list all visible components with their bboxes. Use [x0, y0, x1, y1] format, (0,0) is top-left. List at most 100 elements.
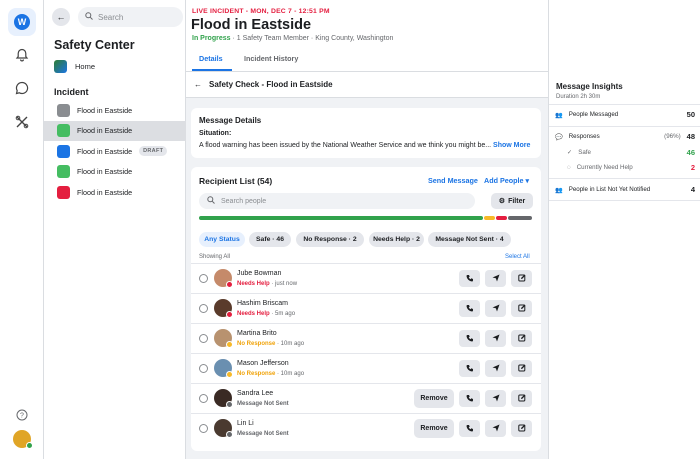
- send-button[interactable]: [485, 360, 506, 377]
- sidebar-item-incident[interactable]: Flood in Eastside: [44, 182, 186, 202]
- status-text: No Response: [237, 371, 276, 377]
- status-dot: [226, 281, 233, 288]
- recipient-status: No Response · 10m ago: [237, 341, 304, 347]
- recipient-list-card: Recipient List (54) Send Message Add Peo…: [191, 167, 541, 451]
- progress-not-sent: [508, 216, 532, 220]
- recipient-row: Martina Brito No Response · 10m ago: [191, 323, 541, 353]
- sidebar-item-label: Flood in Eastside: [77, 167, 133, 176]
- tab-incident-history[interactable]: Incident History: [244, 54, 298, 63]
- back-arrow-icon[interactable]: ←: [194, 80, 202, 89]
- select-radio[interactable]: [199, 394, 208, 403]
- send-icon: [492, 424, 500, 434]
- filter-button[interactable]: ⚙ Filter: [491, 193, 533, 209]
- show-more-link[interactable]: Show More: [493, 142, 530, 149]
- status-text: Needs Help: [237, 311, 270, 317]
- phone-icon: [466, 364, 474, 374]
- send-button[interactable]: [485, 420, 506, 437]
- status-time: · just now: [269, 281, 298, 287]
- insight-responses: 💬 Responses (96%) 48: [555, 132, 695, 141]
- safety-check-title: Safety Check - Flood in Eastside: [209, 80, 333, 89]
- status-time: · 10m ago: [275, 371, 305, 377]
- avatar[interactable]: [11, 428, 33, 450]
- status-filter-chip[interactable]: Any Status: [199, 232, 245, 247]
- bell-icon[interactable]: [11, 44, 33, 66]
- tools-icon[interactable]: [11, 111, 33, 133]
- status-text: Message Not Sent: [237, 401, 289, 407]
- sidebar-item-incident[interactable]: Flood in Eastside: [44, 100, 186, 120]
- chat-icon[interactable]: [11, 77, 33, 99]
- phone-icon: [466, 334, 474, 344]
- recipient-row: Hashim Briscam Needs Help · 5m ago: [191, 293, 541, 323]
- add-people-button[interactable]: Add People ▾: [484, 176, 529, 185]
- sidebar-item-incident[interactable]: Flood in Eastside: [44, 120, 186, 141]
- send-button[interactable]: [485, 330, 506, 347]
- recipient-status: Needs Help · 5m ago: [237, 311, 295, 317]
- select-radio[interactable]: [199, 334, 208, 343]
- status-filter-chip[interactable]: Safe · 46: [249, 232, 291, 247]
- status-text: No Response: [237, 341, 276, 347]
- edit-button[interactable]: [511, 390, 532, 407]
- select-radio[interactable]: [199, 424, 208, 433]
- recipient-row: Lin Li Message Not Sent Remove: [191, 413, 541, 443]
- progress-safe: [199, 216, 483, 220]
- remove-button[interactable]: Remove: [414, 389, 454, 408]
- select-all-link[interactable]: Select All: [505, 254, 530, 260]
- live-incident-label: LIVE INCIDENT - MON, DEC 7 - 12:51 PM: [192, 8, 330, 15]
- sidebar-item-incident[interactable]: Flood in Eastside: [44, 162, 186, 182]
- call-button[interactable]: [459, 330, 480, 347]
- select-radio[interactable]: [199, 364, 208, 373]
- call-button[interactable]: [459, 300, 480, 317]
- status-dot: [226, 401, 233, 408]
- call-button[interactable]: [459, 270, 480, 287]
- edit-icon: [517, 334, 526, 344]
- home-icon: [54, 59, 67, 73]
- status-dot: [226, 431, 233, 438]
- workplace-logo[interactable]: W: [8, 8, 36, 36]
- edit-icon: [517, 424, 526, 434]
- divider: [549, 200, 700, 201]
- send-button[interactable]: [485, 270, 506, 287]
- response-icon: 💬: [555, 133, 563, 141]
- insight-label: Responses: [568, 133, 600, 140]
- status-text: Needs Help: [237, 281, 270, 287]
- phone-icon: [466, 304, 474, 314]
- status-dot: [226, 311, 233, 318]
- send-button[interactable]: [485, 300, 506, 317]
- sidebar-item-label: Flood in Eastside: [77, 187, 133, 197]
- status-filter-chip[interactable]: Needs Help · 2: [369, 232, 424, 247]
- people-icon: 👥: [555, 186, 563, 194]
- send-button[interactable]: [485, 390, 506, 407]
- select-radio[interactable]: [199, 274, 208, 283]
- edit-button[interactable]: [511, 300, 532, 317]
- help-icon[interactable]: ?: [11, 404, 33, 426]
- incident-details: · 1 Safety Team Member · King County, Wa…: [230, 35, 394, 42]
- status-filter-chip[interactable]: No Response · 2: [296, 232, 364, 247]
- status-filter-chip[interactable]: Message Not Sent · 4: [428, 232, 511, 247]
- sidebar-item-incident[interactable]: Flood in Eastside DRAFT: [44, 141, 186, 161]
- recipient-name: Lin Li: [237, 420, 254, 427]
- insight-people-messaged: 👥 People Messaged 50: [555, 110, 695, 119]
- sidebar-item-home[interactable]: Home: [54, 58, 95, 74]
- edit-button[interactable]: [511, 270, 532, 287]
- call-button[interactable]: [459, 420, 480, 437]
- people-search-input[interactable]: Search people: [199, 193, 475, 209]
- call-button[interactable]: [459, 360, 480, 377]
- insight-label: People Messaged: [568, 111, 619, 118]
- edit-button[interactable]: [511, 360, 532, 377]
- select-radio[interactable]: [199, 304, 208, 313]
- edit-button[interactable]: [511, 330, 532, 347]
- call-button[interactable]: [459, 390, 480, 407]
- sidebar: ← Search Safety Center Home Incident Flo…: [44, 0, 186, 459]
- showing-all-label: Showing All: [199, 254, 231, 260]
- edit-button[interactable]: [511, 420, 532, 437]
- send-message-button[interactable]: Send Message: [428, 176, 478, 185]
- remove-button[interactable]: Remove: [414, 419, 454, 438]
- filter-label: Filter: [508, 197, 526, 205]
- back-button[interactable]: ←: [52, 8, 70, 26]
- insight-label: Currently Need Help: [576, 164, 633, 171]
- tab-details[interactable]: Details: [199, 54, 223, 63]
- tab-underline: [192, 69, 232, 71]
- sidebar-search-input[interactable]: Search: [78, 7, 183, 27]
- search-icon: [85, 12, 93, 22]
- search-placeholder: Search people: [221, 197, 267, 205]
